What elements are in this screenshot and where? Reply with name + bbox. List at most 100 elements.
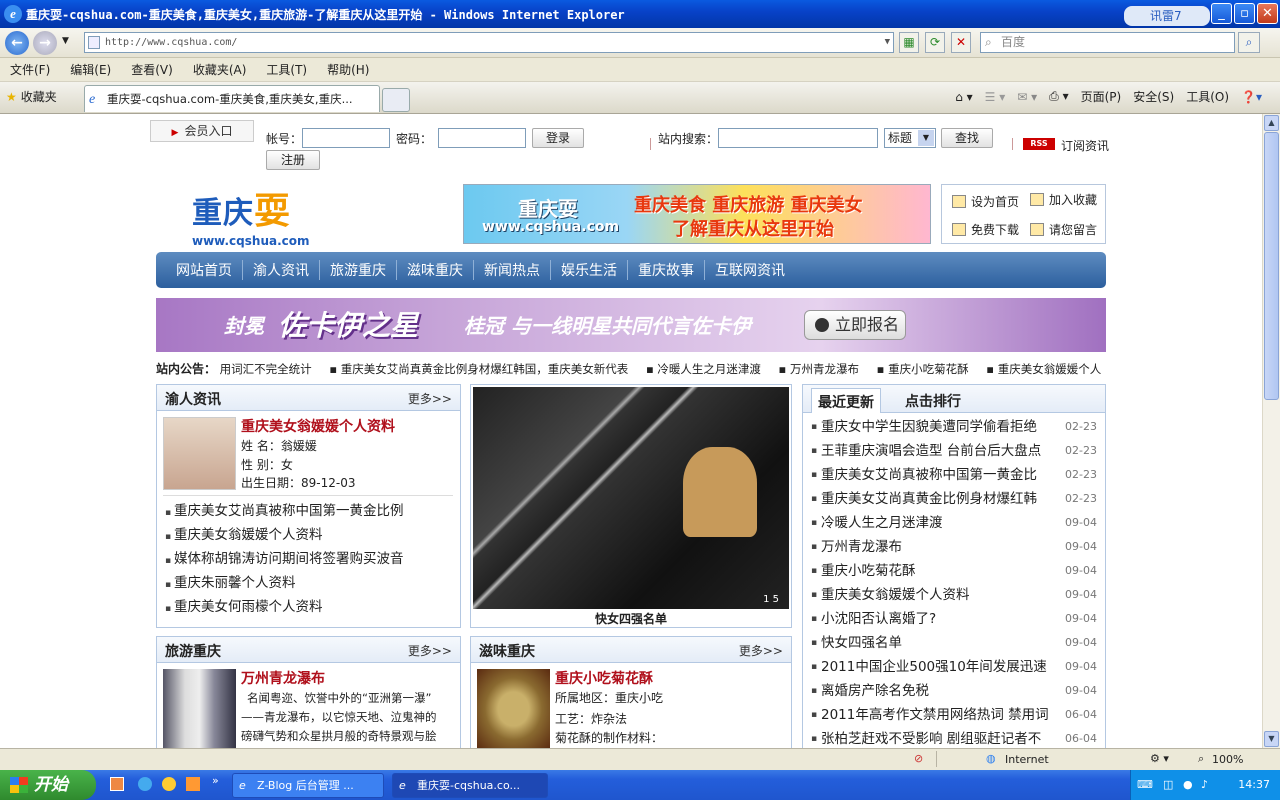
menu-help[interactable]: 帮助(H) [327, 61, 369, 78]
scroll-down-icon[interactable]: ▼ [1264, 731, 1279, 747]
list-item[interactable]: 小沈阳否认离婚了?09-04 [811, 607, 1103, 631]
register-button[interactable]: 注册 [266, 150, 320, 170]
nav-travel[interactable]: 旅游重庆 [320, 260, 397, 280]
keyboard-icon[interactable]: ⌨ [1137, 770, 1153, 800]
browser-tab-active[interactable]: e 重庆耍-cqshua.com-重庆美食,重庆美女,重庆... [84, 85, 380, 112]
network-icon[interactable]: ◫ [1163, 770, 1173, 800]
nav-yuren[interactable]: 渝人资讯 [243, 260, 320, 280]
nav-internet[interactable]: 互联网资讯 [705, 260, 795, 280]
menu-edit[interactable]: 编辑(E) [70, 61, 111, 78]
list-item[interactable]: 重庆美女翁媛媛个人资料09-04 [811, 583, 1103, 607]
list-item[interactable]: 万州青龙瀑布09-04 [811, 535, 1103, 559]
qq-icon[interactable]: ● [1183, 770, 1193, 800]
add-favorite-link[interactable]: 加入收藏 [1030, 191, 1097, 208]
set-homepage-link[interactable]: 设为首页 [952, 193, 1019, 210]
popup-blocker-icon[interactable]: ⊘ [914, 752, 923, 765]
forward-button[interactable]: → [33, 31, 57, 55]
maximize-button[interactable]: ▫ [1234, 3, 1255, 24]
pastry-photo[interactable] [477, 669, 550, 748]
quicklaunch-icon[interactable] [186, 777, 200, 791]
notice-item[interactable]: ▪ 重庆小吃菊花酥 [877, 362, 969, 376]
notice-item[interactable]: ▪ 重庆美女艾尚真黄金比例身材爆红韩国，重庆美女新代表 [329, 362, 628, 376]
list-item[interactable]: 重庆美女艾尚真被称中国第一黄金比02-23 [811, 463, 1103, 487]
address-input[interactable]: http://www.cqshua.com/ ▼ [84, 32, 894, 53]
nav-entertainment[interactable]: 娱乐生活 [551, 260, 628, 280]
list-item[interactable]: 重庆美女何雨檬个人资料 [165, 595, 455, 619]
slideshow-image[interactable]: 1 5 [473, 387, 789, 609]
notice-item[interactable]: ▪ 万州青龙瀑布 [779, 362, 859, 376]
more-link[interactable]: 更多>> [739, 642, 783, 659]
slideshow-caption[interactable]: 快女四强名单 [471, 610, 791, 627]
account-input[interactable] [302, 128, 390, 148]
tools-menu[interactable]: 工具(O) [1186, 88, 1229, 105]
feeds-icon[interactable]: ☰ ▾ [985, 90, 1006, 104]
favorites-button[interactable]: ★ 收藏夹 [6, 88, 57, 105]
print-icon[interactable]: ⎙ ▾ [1049, 89, 1068, 104]
quicklaunch-icon[interactable] [110, 777, 124, 791]
notice-item[interactable]: ▪ 重庆美女翁媛媛个人 [986, 362, 1101, 376]
browser-search-input[interactable]: ⌕ 百度 [980, 32, 1235, 53]
list-item[interactable]: 离婚房产除名免税09-04 [811, 679, 1103, 703]
member-entry-button[interactable]: ▶ 会员入口 [150, 120, 254, 142]
slideshow-pager[interactable]: 1 5 [763, 594, 779, 605]
site-search-button[interactable]: 查找 [941, 128, 993, 148]
list-item[interactable]: 重庆美女艾尚真被称中国第一黄金比例 [165, 499, 455, 523]
compat-view-icon[interactable]: ▦ [899, 32, 919, 53]
site-search-input[interactable] [718, 128, 878, 148]
site-logo[interactable]: 重庆耍 www.cqshua.com [192, 182, 310, 248]
scroll-up-icon[interactable]: ▲ [1264, 115, 1279, 131]
new-tab-button[interactable] [382, 88, 410, 112]
headline-link[interactable]: 重庆美女翁媛媛个人资料 [241, 416, 395, 436]
rss-subscribe-link[interactable]: 订阅资讯 [1061, 137, 1109, 154]
tab-hot[interactable]: 点击排行 [905, 391, 961, 411]
help-icon[interactable]: ❓▾ [1241, 90, 1262, 104]
list-item[interactable]: 2011年高考作文禁用网络热词 禁用词06-04 [811, 703, 1103, 727]
task-cqshua[interactable]: e 重庆耍-cqshua.co... [392, 773, 548, 798]
back-button[interactable]: ← [5, 31, 29, 55]
task-zblog[interactable]: e Z-Blog 后台管理 ... [232, 773, 384, 798]
list-item[interactable]: 重庆小吃菊花酥09-04 [811, 559, 1103, 583]
nav-home[interactable]: 网站首页 [166, 260, 243, 280]
list-item[interactable]: 重庆朱丽馨个人资料 [165, 571, 455, 595]
nav-taste[interactable]: 滋味重庆 [397, 260, 474, 280]
close-button[interactable]: ✕ [1257, 3, 1278, 24]
more-link[interactable]: 更多>> [408, 390, 452, 407]
nav-stories[interactable]: 重庆故事 [628, 260, 705, 280]
list-item[interactable]: 重庆美女翁媛媛个人资料 [165, 523, 455, 547]
search-type-select[interactable]: 标题 ▼ [884, 128, 936, 148]
list-item[interactable]: 重庆女中学生因貌美遭同学偷看拒绝02-23 [811, 415, 1103, 439]
menu-tools[interactable]: 工具(T) [266, 61, 307, 78]
list-item[interactable]: 媒体称胡锦涛访问期间将签署购买波音 [165, 547, 455, 571]
login-button[interactable]: 登录 [532, 128, 584, 148]
leave-message-link[interactable]: 请您留言 [1030, 221, 1097, 238]
password-input[interactable] [438, 128, 526, 148]
home-icon[interactable]: ⌂ ▾ [955, 90, 972, 104]
mail-icon[interactable]: ✉ ▾ [1017, 90, 1037, 104]
waterfall-photo[interactable] [163, 669, 236, 748]
notice-item[interactable]: 用词汇不完全统计 [220, 362, 312, 376]
ie-quicklaunch-icon[interactable] [138, 777, 152, 791]
list-item[interactable]: 2011中国企业500强10年间发展迅速09-04 [811, 655, 1103, 679]
menu-view[interactable]: 查看(V) [131, 61, 173, 78]
protected-mode-icon[interactable]: ⚙ ▾ [1150, 752, 1169, 765]
notice-item[interactable]: ▪ 冷暖人生之月迷津渡 [646, 362, 761, 376]
list-item[interactable]: 快女四强名单09-04 [811, 631, 1103, 655]
list-item[interactable]: 张柏芝赶戏不受影响 剧组驱赶记者不06-04 [811, 727, 1103, 748]
clock[interactable]: 14:37 [1238, 778, 1270, 791]
minimize-button[interactable]: _ [1211, 3, 1232, 24]
top-banner[interactable]: 重庆耍 www.cqshua.com 重庆美食 重庆旅游 重庆美女 了解重庆从这… [463, 184, 931, 244]
list-item[interactable]: 王菲重庆演唱会造型 台前台后大盘点02-23 [811, 439, 1103, 463]
headline-link[interactable]: 重庆小吃菊花酥 [555, 668, 653, 688]
history-dropdown-icon[interactable]: ▼ [62, 36, 69, 46]
tab-latest[interactable]: 最近更新 [811, 388, 881, 413]
profile-photo[interactable] [163, 417, 236, 490]
refresh-icon[interactable]: ⟳ [925, 32, 945, 53]
more-link[interactable]: 更多>> [408, 642, 452, 659]
safety-menu[interactable]: 安全(S) [1133, 88, 1174, 105]
address-dropdown-icon[interactable]: ▼ [885, 33, 890, 52]
quicklaunch-icon[interactable] [162, 777, 176, 791]
volume-icon[interactable]: ♪ [1201, 770, 1208, 800]
menu-file[interactable]: 文件(F) [10, 61, 50, 78]
stop-icon[interactable]: ✕ [951, 32, 971, 53]
scroll-thumb[interactable] [1264, 132, 1279, 400]
